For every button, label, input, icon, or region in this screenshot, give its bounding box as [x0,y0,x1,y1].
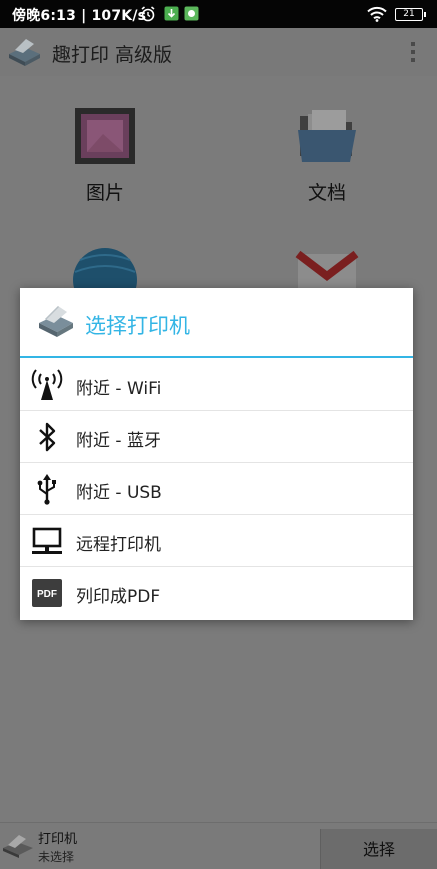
status-time: 傍晚6:13 | 107K/s [12,8,147,24]
option-label: 列印成PDF [76,587,161,607]
alarm-icon [141,6,155,22]
option-print-to-pdf[interactable]: PDF 列印成PDF [20,567,413,619]
svg-text:PDF: PDF [37,589,57,600]
photo-frame-icon [75,108,135,164]
option-nearby-wifi[interactable]: 附近 - WiFi [20,359,413,411]
usb-icon [30,472,64,506]
option-remote-printer[interactable]: 远程打印机 [20,515,413,567]
app-bar: 趣打印 高级版 [0,28,437,76]
wifi-signal-icon [367,6,387,22]
grid-item-label: 文档 [307,182,346,204]
pdf-icon: PDF [30,576,64,610]
battery-indicator: 21 [395,7,426,21]
select-button[interactable]: 选择 [320,829,437,869]
download-app-icon [164,6,179,21]
dialog-header: 选择打印机 [20,288,413,358]
dialog-title: 选择打印机 [85,314,190,338]
option-label: 远程打印机 [76,535,161,555]
status-bar: 傍晚6:13 | 107K/s 21 [0,0,437,28]
wifi-antenna-icon [30,368,64,402]
computer-icon [30,524,64,558]
select-printer-dialog: 选择打印机 附近 - WiFi 附近 - 蓝牙 附近 - USB 远程打印机 P… [20,288,413,620]
printer-icon [39,306,73,337]
gmail-icon [295,250,359,294]
option-nearby-usb[interactable]: 附近 - USB [20,463,413,515]
option-label: 附近 - USB [76,483,162,503]
overflow-menu-icon[interactable] [409,40,417,64]
grid-item-photos[interactable]: 图片 [50,106,160,205]
globe-icon [73,248,137,312]
printer-title: 打印机 [38,832,78,847]
printer-status: 未选择 [38,850,75,864]
grid-item-gmail[interactable] [272,246,382,294]
wechat-app-icon [184,6,199,21]
option-label: 附近 - WiFi [76,379,162,399]
printer-icon [3,835,33,858]
status-right: 21 [367,4,426,24]
bluetooth-icon [30,420,64,454]
folder-icon [298,110,356,162]
option-label: 附近 - 蓝牙 [76,431,161,451]
grid-item-documents[interactable]: 文档 [272,106,382,205]
bottom-bar: 打印机 未选择 选择 [0,822,437,869]
printer-logo-icon [9,39,40,66]
grid-item-label: 图片 [85,182,124,204]
option-nearby-bluetooth[interactable]: 附近 - 蓝牙 [20,411,413,463]
app-title: 趣打印 高级版 [52,44,173,66]
